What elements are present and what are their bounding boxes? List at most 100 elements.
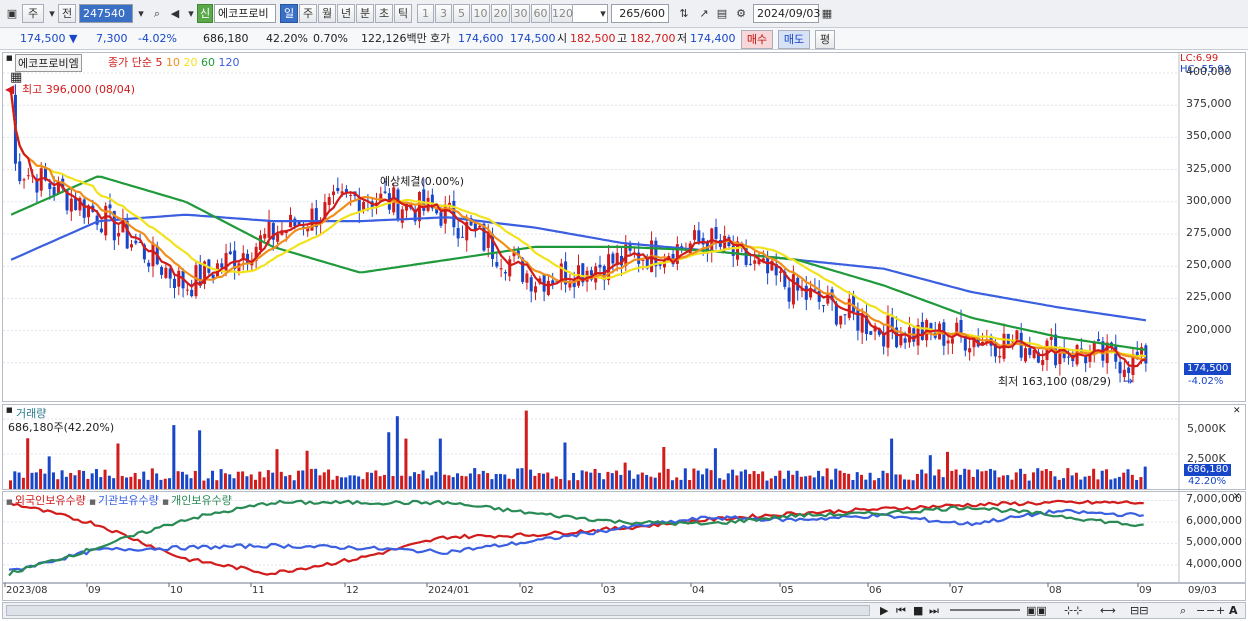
volume-bar (606, 471, 610, 489)
volume-bar (112, 478, 116, 489)
volume-pane[interactable] (2, 404, 1247, 491)
draw-line-icon[interactable]: ↗ (695, 4, 713, 23)
calendar-icon[interactable]: ▦ (818, 4, 836, 23)
candle (654, 240, 658, 267)
pane-handle-icon[interactable]: ■ (6, 54, 13, 62)
candle (766, 256, 770, 274)
minute-button-10[interactable]: 10 (471, 4, 490, 23)
minute-button-20[interactable]: 20 (491, 4, 510, 23)
volume-bar (971, 476, 975, 489)
candle (362, 201, 366, 210)
period-button-1[interactable]: 주 (299, 4, 317, 23)
extra-button[interactable]: 평 (815, 30, 835, 49)
minute-button-30[interactable]: 30 (511, 4, 530, 23)
period-button-0[interactable]: 일 (280, 4, 298, 23)
candle (495, 262, 499, 267)
period-type-select[interactable]: 주 (22, 4, 44, 23)
period-button-2[interactable]: 월 (318, 4, 336, 23)
plus-icon[interactable]: + (1216, 604, 1225, 617)
minus-icon[interactable]: − (1206, 604, 1215, 617)
volume-bar (1092, 468, 1096, 489)
volume-value-label: 686,180주(42.20%) (8, 421, 115, 434)
volume-bar (335, 475, 339, 489)
sell-button[interactable]: 매도 (778, 30, 810, 49)
candle (779, 271, 783, 273)
save-icon[interactable]: ▤ (713, 4, 731, 23)
chart-tools-icon[interactable]: ⇅ (675, 4, 693, 23)
candle (439, 212, 443, 226)
zoom-icon[interactable]: ⌕ (1180, 604, 1186, 618)
volume-bar (877, 478, 881, 489)
period-button-4[interactable]: 분 (356, 4, 374, 23)
minute-button-5[interactable]: 5 (453, 4, 470, 23)
gear-icon[interactable]: ⚙ (732, 4, 750, 23)
volume-pct: 42.20% (1188, 476, 1227, 487)
candle (22, 179, 26, 181)
candle (336, 187, 340, 192)
candle (460, 236, 464, 238)
volume-tick: 5,000K (1187, 422, 1226, 435)
volume-chart[interactable] (3, 405, 1247, 491)
chevron-down-icon[interactable]: ▾ (594, 4, 612, 23)
ask-label: 호가 (430, 32, 451, 45)
close-pane-icon[interactable]: ✕ (1233, 406, 1241, 416)
volume-bar (993, 470, 997, 489)
count-field[interactable]: 265/600 (611, 4, 669, 23)
price-chart[interactable]: ◀→ (3, 53, 1247, 403)
period-button-3[interactable]: 년 (337, 4, 355, 23)
volume-bar (623, 462, 627, 489)
price-tick: 400,000 (1186, 65, 1232, 78)
volume-bar (56, 479, 60, 489)
font-size-icon[interactable]: A (1229, 604, 1238, 617)
minute-button-3[interactable]: 3 (435, 4, 452, 23)
scroll-first-icon[interactable]: ⏮ (896, 604, 906, 618)
scroll-right-icon[interactable]: ▶ (880, 604, 888, 617)
zoom-out-icon[interactable]: − (1196, 604, 1205, 617)
minute-button-1[interactable]: 1 (417, 4, 434, 23)
volume-bar (954, 469, 958, 489)
stop-icon[interactable]: ■ (913, 604, 923, 617)
volume-bar (395, 416, 399, 489)
period-button-6[interactable]: 틱 (394, 4, 412, 23)
volume-bar (722, 479, 726, 489)
zoom-slider[interactable] (950, 609, 1020, 611)
window-menu-icon[interactable]: ▣ (3, 4, 21, 23)
volume-bar (838, 470, 842, 489)
volume-bar (413, 472, 417, 489)
minute-button-120[interactable]: 120 (551, 4, 573, 23)
pane-handle-icon[interactable]: ■ (6, 406, 13, 414)
date-input[interactable]: 2024/09/03 (753, 4, 820, 23)
buy-button[interactable]: 매수 (741, 30, 773, 49)
candle (220, 263, 224, 268)
grid-icon[interactable]: ▦ (10, 70, 22, 85)
volume-bar (344, 477, 348, 489)
volume-bar (51, 472, 55, 489)
volume-bar (236, 471, 240, 489)
volume-bar (374, 470, 378, 489)
minute-button-60[interactable]: 60 (531, 4, 550, 23)
period-button-5[interactable]: 초 (375, 4, 393, 23)
volume-bar (331, 479, 335, 489)
prev-button[interactable]: 전 (58, 4, 76, 23)
price-tick: 350,000 (1186, 129, 1232, 143)
volume-bar (761, 471, 765, 489)
stock-code-input[interactable]: 247540 (79, 4, 133, 23)
candle (791, 274, 795, 305)
volume-bar (911, 480, 915, 489)
volume-bar (301, 470, 305, 489)
search-icon[interactable]: ⌕ (148, 4, 166, 23)
volume-bar (211, 470, 215, 489)
scroll-track[interactable] (6, 605, 870, 616)
price-chart-pane[interactable]: ◀ → (2, 52, 1247, 403)
measure-icon[interactable]: ⟷ (1100, 604, 1116, 617)
split-icon[interactable]: ⊟⊟ (1130, 604, 1148, 617)
holdings-legend: ■ 외국인보유수량 ■ 기관보유수량 ■ 개인보유수량 (6, 492, 232, 508)
expected-label: 예상체결(0.00%) (380, 175, 465, 188)
crosshair-icon[interactable]: ⊹⊹ (1064, 604, 1082, 617)
volume-bar (1010, 479, 1014, 489)
volume-bar (107, 475, 111, 489)
low-label: 저 (677, 32, 688, 45)
scroll-last-icon[interactable]: ⏭ (929, 604, 939, 618)
volume-bar (980, 471, 984, 489)
layout-icon[interactable]: ▣▣ (1026, 604, 1047, 617)
